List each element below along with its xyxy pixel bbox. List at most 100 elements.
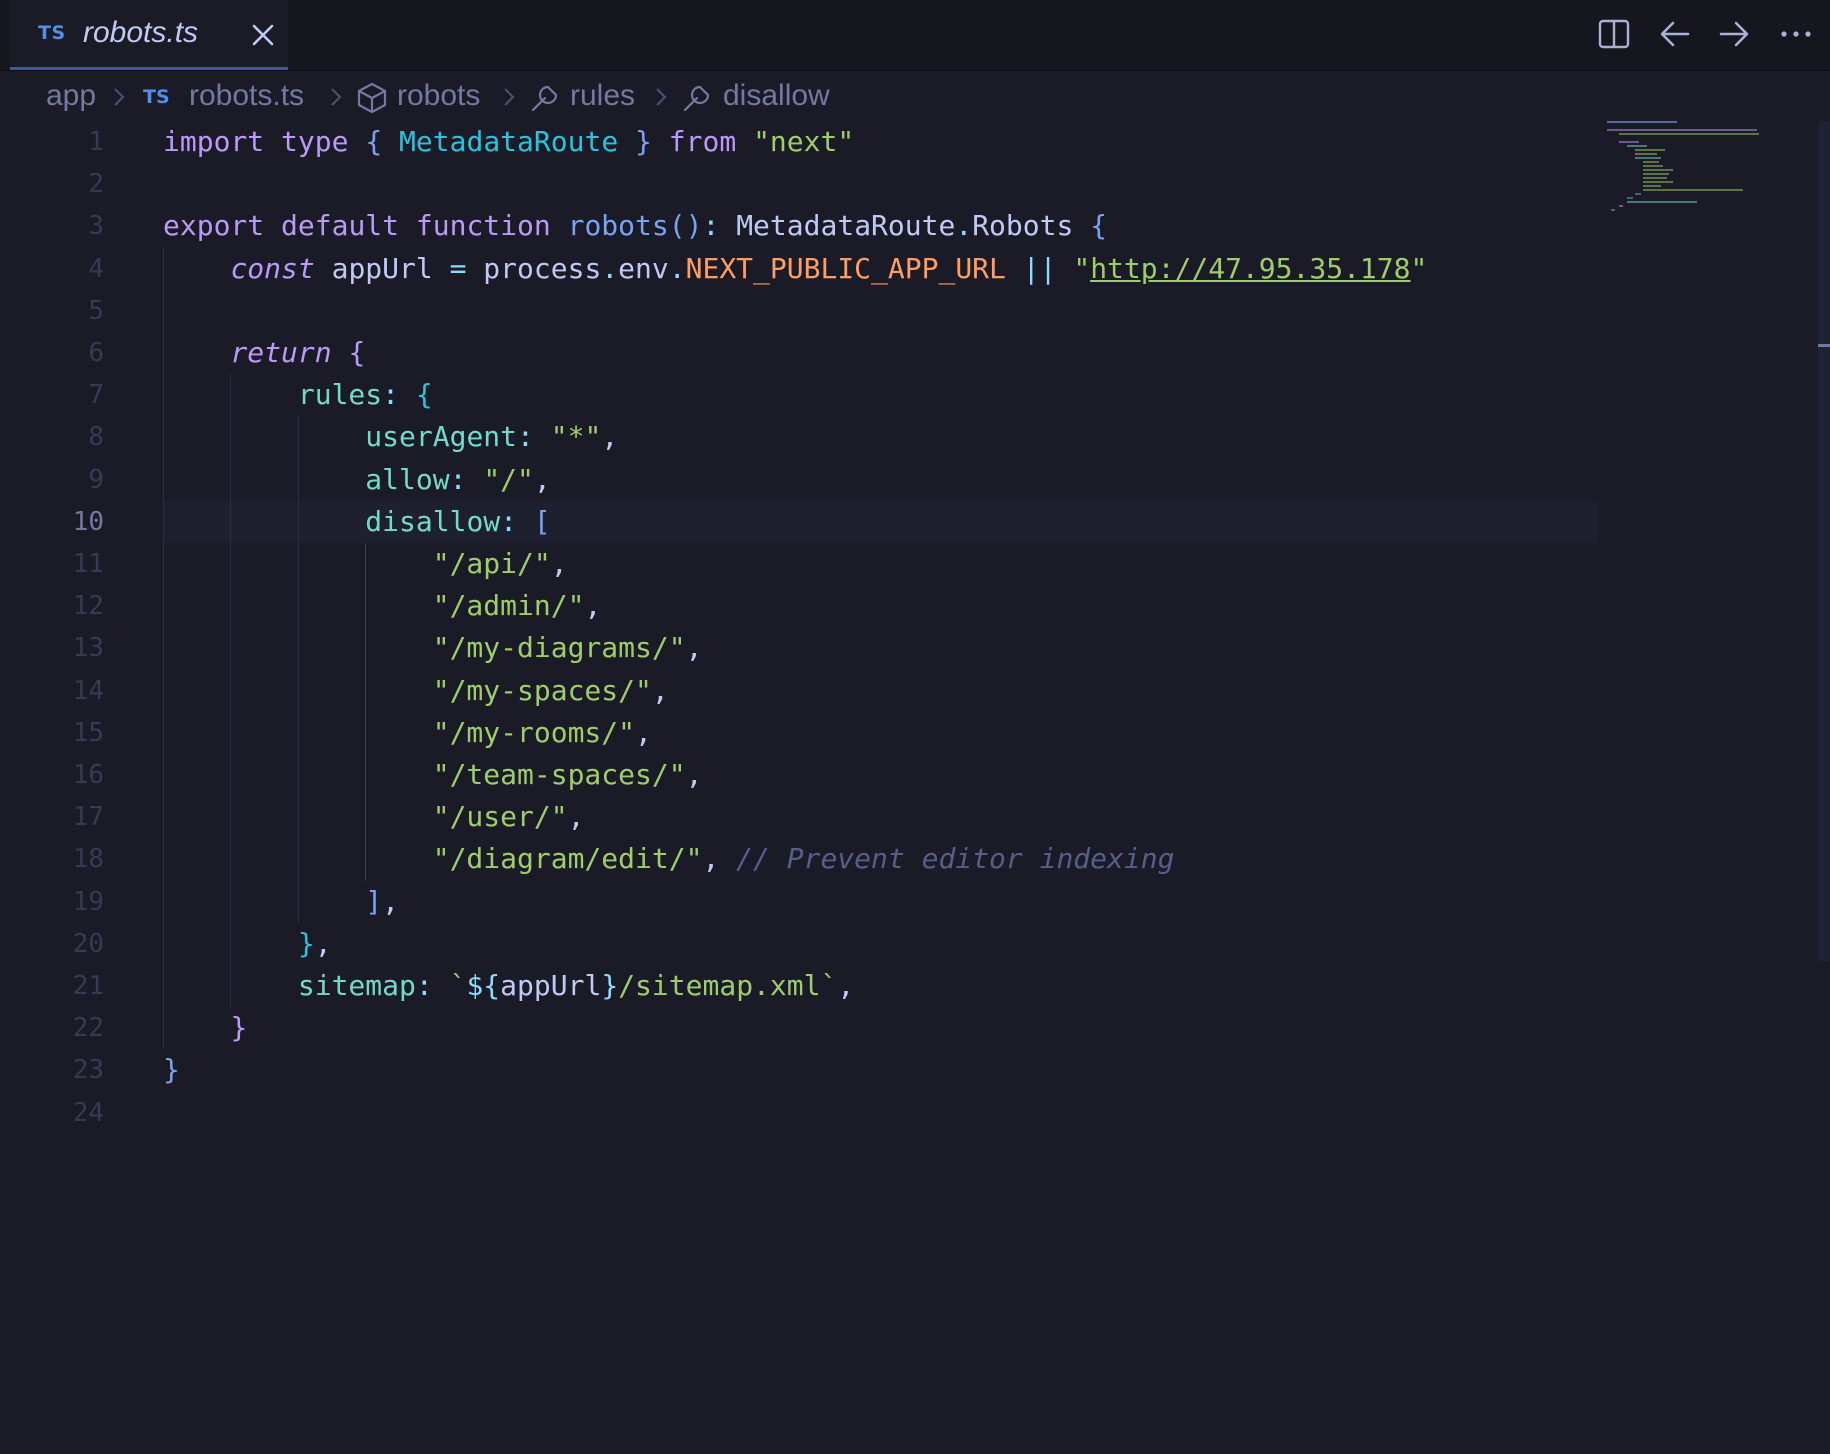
code-token: : (449, 462, 484, 496)
code-line[interactable]: "/team-spaces/", (163, 754, 703, 796)
cube-icon (357, 82, 387, 114)
code-token: "/my-rooms/" (432, 715, 636, 749)
code-token: , (533, 462, 551, 496)
line-number: 12 (72, 591, 104, 622)
breadcrumb-item-disallow[interactable]: disallow (723, 79, 830, 113)
arrow-right-icon[interactable] (1714, 14, 1754, 54)
code-line[interactable]: return { (163, 332, 365, 374)
code-token: : (500, 504, 534, 538)
split-editor-icon[interactable] (1594, 14, 1634, 54)
code-line[interactable]: sitemap: `${appUrl}/sitemap.xml`, (163, 965, 854, 1007)
tab-robots-ts[interactable]: TS robots.ts (10, 0, 288, 70)
code-token: disallow (365, 504, 501, 538)
code-token: { (415, 378, 433, 412)
code-token: : (517, 420, 551, 454)
code-token: robots (567, 209, 669, 243)
chevron-right-icon (114, 88, 125, 106)
code-token: , (382, 884, 400, 918)
code-token: , (702, 842, 737, 876)
code-token: , (685, 758, 703, 791)
code-token: "/admin/" (432, 589, 585, 623)
code-line[interactable]: "/admin/", (163, 585, 602, 627)
code-token: userAgent (365, 420, 518, 454)
line-number: 9 (88, 464, 104, 495)
code-token: } (601, 969, 619, 1002)
code-line[interactable]: "/diagram/edit/", // Prevent editor inde… (163, 838, 1175, 880)
code-line[interactable]: }, (163, 923, 332, 965)
tab-bar: TS robots.ts (0, 0, 1830, 71)
code-token: , (837, 969, 855, 1002)
code-line[interactable]: "/api/", (163, 543, 568, 585)
code-line[interactable]: rules: { (163, 374, 433, 416)
typescript-file-icon: TS (38, 22, 66, 44)
code-token: default (281, 209, 416, 243)
code-line[interactable]: "/my-rooms/", (163, 712, 652, 754)
chevron-right-icon (656, 88, 667, 106)
code-editor[interactable]: 1 2 3 4 5 6 7 8 9 10 11 12 13 14 15 16 17 18 19 20 21 22 23 24 … (0, 121, 1830, 1454)
line-number: 11 (72, 549, 104, 579)
code-line[interactable]: userAgent: "*", (163, 416, 618, 458)
code-token: function (415, 209, 568, 243)
vertical-scrollbar[interactable] (1818, 121, 1830, 961)
code-token: "/" (483, 462, 534, 496)
code-token: , (584, 589, 602, 623)
line-number: 18 (72, 844, 104, 875)
code-token: } (230, 1011, 248, 1045)
code-line[interactable]: disallow: [ (163, 501, 550, 543)
breadcrumb-item-robots-ts[interactable]: robots.ts (189, 79, 304, 113)
breadcrumb-item-app[interactable]: app (46, 79, 96, 113)
code-token: } (297, 926, 315, 960)
code-token: { (331, 336, 366, 369)
line-number: 19 (72, 886, 104, 917)
line-number: 17 (72, 802, 104, 833)
code-line[interactable]: import type { MetadataRoute } from "next… (163, 121, 854, 163)
code-token: } (618, 125, 652, 158)
breadcrumb-item-rules[interactable]: rules (570, 79, 635, 113)
code-line[interactable]: "/user/", (163, 796, 585, 838)
code-line[interactable]: export default function robots(): Metada… (163, 205, 1107, 247)
code-token: : (702, 209, 737, 243)
code-token: import (163, 125, 282, 158)
close-icon[interactable] (248, 20, 278, 50)
code-line[interactable]: "/my-diagrams/", (163, 627, 703, 669)
line-number: 7 (88, 380, 104, 411)
code-token: , (601, 420, 619, 454)
code-line[interactable]: allow: "/", (163, 459, 551, 501)
scrollbar-cursor-marker (1818, 344, 1830, 347)
minimap[interactable] (1605, 121, 1785, 231)
line-number: 2 (88, 169, 104, 200)
code-token: || (1022, 251, 1057, 285)
arrow-left-icon[interactable] (1655, 14, 1695, 54)
code-token: "next" (753, 125, 855, 158)
code-token: ` (449, 969, 467, 1002)
code-line[interactable]: const appUrl = process.env.NEXT_PUBLIC_A… (163, 248, 1427, 290)
code-token: "/team-spaces/" (432, 758, 686, 791)
code-line[interactable]: "/my-spaces/", (163, 670, 669, 712)
code-token: type (281, 125, 366, 158)
code-token: appUrl (314, 251, 450, 285)
line-number: 14 (72, 675, 104, 706)
code-token: . (601, 251, 619, 285)
more-icon[interactable] (1776, 14, 1816, 54)
tab-label: robots.ts (83, 16, 199, 49)
code-token: . (955, 209, 973, 243)
code-token: : (382, 378, 416, 412)
code-token: " (1410, 251, 1428, 285)
code-token: /sitemap.xml` (618, 969, 838, 1002)
code-line[interactable]: } (163, 1007, 247, 1049)
code-line[interactable]: ], (163, 881, 399, 923)
line-number: 3 (88, 211, 104, 242)
breadcrumb-item-robots[interactable]: robots (397, 79, 480, 113)
code-token: "/api/" (432, 547, 551, 580)
code-token: "*" (550, 420, 602, 454)
code-line[interactable]: } (163, 1049, 180, 1091)
